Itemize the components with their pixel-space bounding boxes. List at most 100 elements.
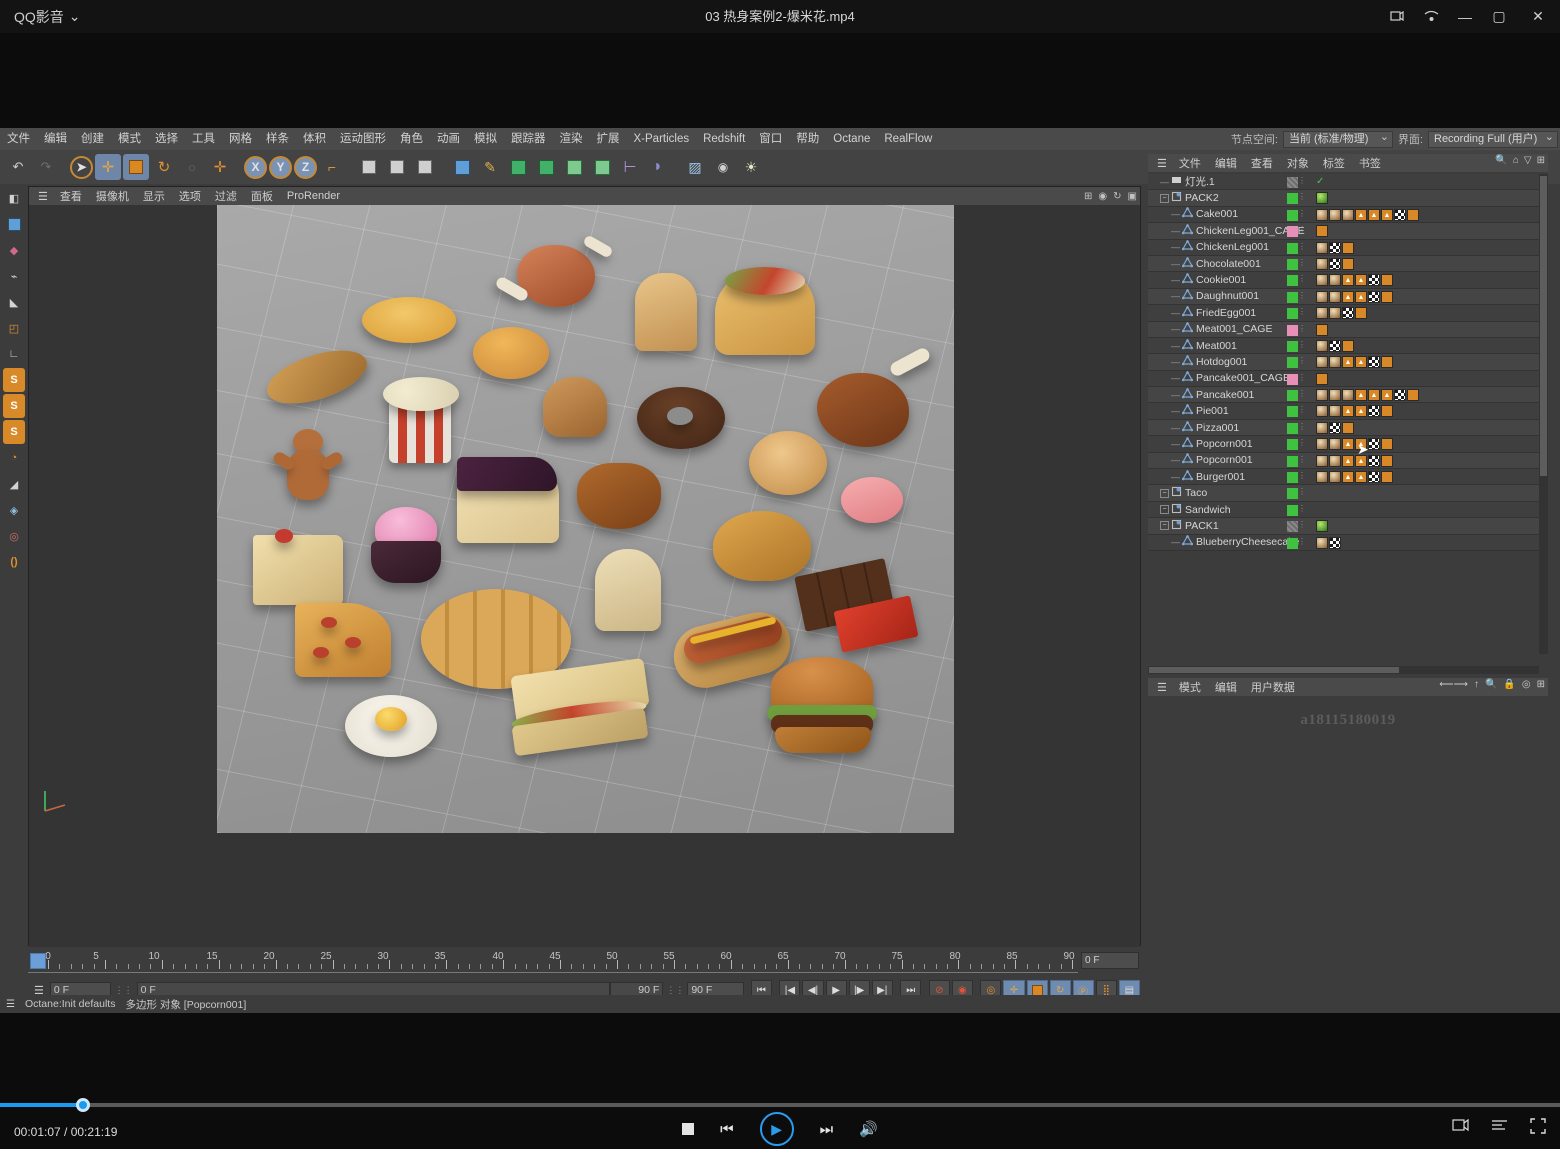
phong-tag-icon[interactable]	[1381, 209, 1393, 221]
visibility-dots[interactable]: ⋮	[1298, 258, 1307, 267]
timeline-ruler-panel[interactable]: 0 5 10 15 20 25 30 35 40 45 50 55 60 65 …	[28, 948, 1141, 976]
polygon-icon[interactable]	[1180, 404, 1194, 418]
simulation-icon[interactable]: ◗	[645, 154, 671, 180]
phong-tag-icon[interactable]	[1342, 258, 1354, 270]
object-name[interactable]: Burger001	[1196, 471, 1245, 483]
null-icon[interactable]	[1169, 191, 1183, 205]
visibility-chip[interactable]	[1287, 521, 1298, 532]
menu-tracker[interactable]: 跟踪器	[504, 128, 553, 150]
uv-tag-icon[interactable]	[1368, 405, 1380, 417]
polygon-mode-icon[interactable]: ◰	[3, 316, 25, 340]
menu-extensions[interactable]: 扩展	[590, 128, 627, 150]
menu-create[interactable]: 创建	[74, 128, 111, 150]
snap-icon[interactable]: S	[3, 368, 25, 392]
phong-tag-icon[interactable]	[1355, 291, 1367, 303]
menu-tools[interactable]: 工具	[185, 128, 222, 150]
deformer-icon[interactable]: ◆	[3, 238, 25, 262]
material-tag-icon[interactable]	[1316, 356, 1328, 368]
object-row[interactable]: −Sandwich⋮	[1148, 502, 1548, 518]
menu-mode[interactable]: 模式	[111, 128, 148, 150]
uv-tag-icon[interactable]	[1368, 356, 1380, 368]
phong-tag-icon[interactable]	[1355, 356, 1367, 368]
workplane-lock-icon[interactable]: ○	[179, 154, 205, 180]
object-name[interactable]: Pizza001	[1196, 422, 1239, 434]
visibility-dots[interactable]: ⋮	[1298, 487, 1307, 496]
phong-tag-icon[interactable]	[1342, 422, 1354, 434]
hamburger-icon[interactable]: ☰	[6, 999, 15, 1010]
visibility-chip[interactable]	[1287, 439, 1298, 450]
material-tag-icon[interactable]	[1316, 389, 1328, 401]
visibility-chip[interactable]	[1287, 210, 1298, 221]
phong-tag-icon[interactable]	[1342, 356, 1354, 368]
drag-handle[interactable]: ⋮⋮	[115, 985, 133, 996]
expand-toggle-icon[interactable]: −	[1160, 489, 1169, 498]
axis-mode-icon[interactable]: ∟	[3, 342, 25, 366]
material-tag-icon[interactable]	[1329, 307, 1341, 319]
viewport-menu-prorender[interactable]: ProRender	[280, 190, 347, 202]
stop-button[interactable]	[682, 1123, 694, 1135]
visibility-dots[interactable]: ⋮	[1298, 356, 1307, 365]
snap3-icon[interactable]: S	[3, 420, 25, 444]
visibility-chip[interactable]	[1287, 292, 1298, 303]
material-tag-icon[interactable]	[1342, 209, 1354, 221]
light-icon[interactable]: ☀	[738, 154, 764, 180]
cast-button[interactable]	[1414, 0, 1448, 33]
visibility-dots[interactable]: ⋮	[1298, 422, 1307, 431]
uv-tag-icon[interactable]	[1329, 422, 1341, 434]
visibility-chip[interactable]	[1287, 538, 1298, 549]
enabled-check-icon[interactable]: ✓	[1316, 176, 1328, 188]
visibility-dots[interactable]: ⋮	[1298, 307, 1307, 316]
object-name[interactable]: Taco	[1185, 487, 1207, 499]
object-name[interactable]: Pie001	[1196, 405, 1229, 417]
maximize-button[interactable]: ▢	[1482, 0, 1516, 33]
menu-volume[interactable]: 体积	[296, 128, 333, 150]
material-tag-icon[interactable]	[1316, 307, 1328, 319]
polygon-icon[interactable]	[1180, 371, 1194, 385]
polygon-icon[interactable]	[1180, 421, 1194, 435]
uv-tag-icon[interactable]	[1368, 471, 1380, 483]
viewport-menu-display[interactable]: 显示	[136, 188, 172, 204]
hamburger-icon[interactable]: ☰	[1152, 157, 1172, 170]
visibility-dots[interactable]: ⋮	[1298, 373, 1307, 382]
menu-mograph[interactable]: 运动图形	[333, 128, 393, 150]
material-tag-icon[interactable]	[1329, 356, 1341, 368]
visibility-dots[interactable]: ⋮	[1298, 389, 1307, 398]
object-row[interactable]: —Pizza001⋮	[1148, 420, 1548, 436]
visibility-chip[interactable]	[1287, 275, 1298, 286]
material-tag-icon[interactable]	[1329, 274, 1341, 286]
object-name[interactable]: Popcorn001	[1196, 438, 1253, 450]
next-button[interactable]: ⏭	[820, 1121, 834, 1138]
timeline-playhead[interactable]	[30, 953, 46, 969]
object-row[interactable]: —Pancake001_CAGE⋮	[1148, 371, 1548, 387]
visibility-chip[interactable]	[1287, 456, 1298, 467]
object-menu-edit[interactable]: 编辑	[1208, 155, 1244, 171]
object-manager-vscrollbar[interactable]	[1539, 174, 1548, 654]
visibility-chip[interactable]	[1287, 423, 1298, 434]
visibility-chip[interactable]	[1287, 193, 1298, 204]
attribute-menu-mode[interactable]: 模式	[1172, 679, 1208, 695]
hamburger-icon[interactable]: ☰	[1152, 681, 1172, 694]
menu-animation[interactable]: 动画	[430, 128, 467, 150]
pie-model[interactable]	[473, 327, 549, 379]
move-tool-icon[interactable]: ✛	[95, 154, 121, 180]
menu-file[interactable]: 文件	[0, 128, 37, 150]
search-icon[interactable]: 🔍	[1485, 679, 1497, 690]
material-tag-icon[interactable]	[1316, 340, 1328, 352]
minimize-button[interactable]: —	[1448, 0, 1482, 33]
back-forward-icon[interactable]: ⟵⟶	[1439, 679, 1468, 690]
ham-model[interactable]	[517, 245, 595, 307]
point-mode-icon[interactable]: ⌁	[3, 264, 25, 288]
material-tag-icon[interactable]	[1316, 405, 1328, 417]
snap2-icon[interactable]: S	[3, 394, 25, 418]
seek-track[interactable]	[0, 1103, 1560, 1107]
uv-tag-icon[interactable]	[1329, 340, 1341, 352]
menu-realflow[interactable]: RealFlow	[877, 128, 939, 150]
viewport-menu-panel[interactable]: 面板	[244, 188, 280, 204]
object-row[interactable]: —Chocolate001⋮	[1148, 256, 1548, 272]
gingerbread-body[interactable]	[287, 450, 329, 500]
phong-tag-icon[interactable]	[1381, 455, 1393, 467]
cake-slice-model[interactable]	[253, 535, 343, 605]
menu-octane[interactable]: Octane	[826, 128, 877, 150]
mograph-effector-icon[interactable]: ⊢	[617, 154, 643, 180]
visibility-chip[interactable]	[1287, 308, 1298, 319]
